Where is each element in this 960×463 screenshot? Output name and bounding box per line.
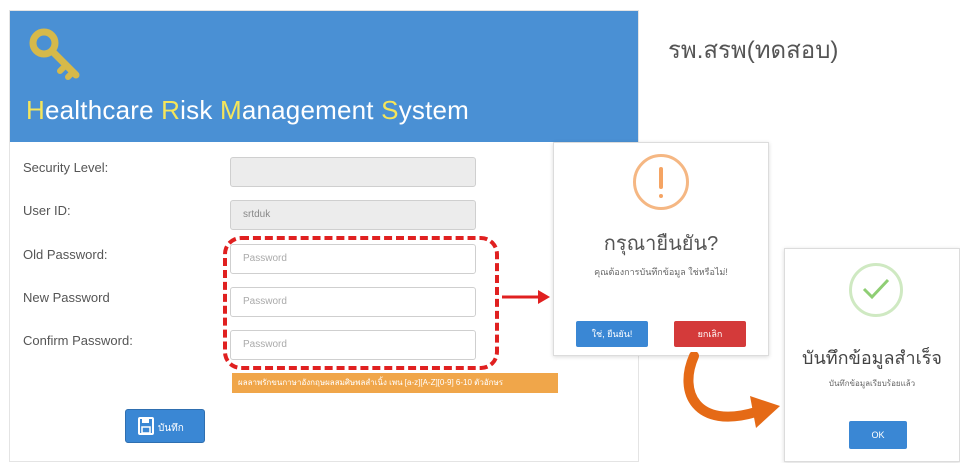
app-title-part: M <box>219 95 242 125</box>
app-title-part: H <box>26 95 45 125</box>
ok-button[interactable]: OK <box>849 421 907 449</box>
success-dialog-message: บันทึกข้อมูลเรียบร้อยแล้ว <box>828 379 916 388</box>
password-fields-highlight <box>223 236 499 370</box>
success-dialog-title: บันทึกข้อมูลสำเร็จ <box>802 348 942 368</box>
right-arrow-icon <box>502 290 550 304</box>
key-icon <box>29 28 80 80</box>
app-title-part: S <box>381 95 399 125</box>
app-title-part: R <box>161 95 181 125</box>
change-password-panel: Healthcare Risk Management System Securi… <box>9 10 639 462</box>
confirm-dialog: กรุณายืนยัน? คุณต้องการบันทึกข้อมูล ใช่ห… <box>553 142 769 356</box>
save-button[interactable]: บันทึก <box>125 409 205 443</box>
password-hint: ผลลาพรักขนกาษาอังกฤษผลสมศิษพลสำเนิ้ง เพน… <box>232 373 558 393</box>
hospital-name: รพ.สรพ(ทดสอบ) <box>668 37 839 64</box>
security-level-label: Security Level: <box>23 160 109 175</box>
app-title: Healthcare Risk Management System <box>26 95 469 126</box>
confirm-dialog-message: คุณต้องการบันทึกข้อมูล ใช่หรือไม่! <box>594 267 728 277</box>
user-id-field[interactable]: srtduk <box>230 200 476 230</box>
security-level-field[interactable] <box>230 157 476 187</box>
user-id-label: User ID: <box>23 203 71 218</box>
old-password-label: Old Password: <box>23 247 108 262</box>
app-title-part: ystem <box>398 95 470 125</box>
confirm-cancel-button[interactable]: ยกเลิก <box>674 321 746 347</box>
app-title-part: anagement <box>241 95 382 125</box>
app-title-part: ealthcare <box>44 95 162 125</box>
app-header: Healthcare Risk Management System <box>10 11 638 142</box>
success-dialog: บันทึกข้อมูลสำเร็จ บันทึกข้อมูลเรียบร้อย… <box>784 248 960 462</box>
checkmark-icon <box>849 263 903 317</box>
curved-arrow-icon <box>683 352 780 428</box>
floppy-disk-icon <box>138 417 154 435</box>
confirm-password-label: Confirm Password: <box>23 333 133 348</box>
save-button-label: บันทึก <box>158 423 184 434</box>
confirm-yes-button[interactable]: ใช่, ยืนยัน! <box>576 321 648 347</box>
warning-icon <box>633 154 689 210</box>
new-password-label: New Password <box>23 290 110 305</box>
app-title-part: isk <box>180 95 220 125</box>
confirm-dialog-title: กรุณายืนยัน? <box>603 233 719 255</box>
